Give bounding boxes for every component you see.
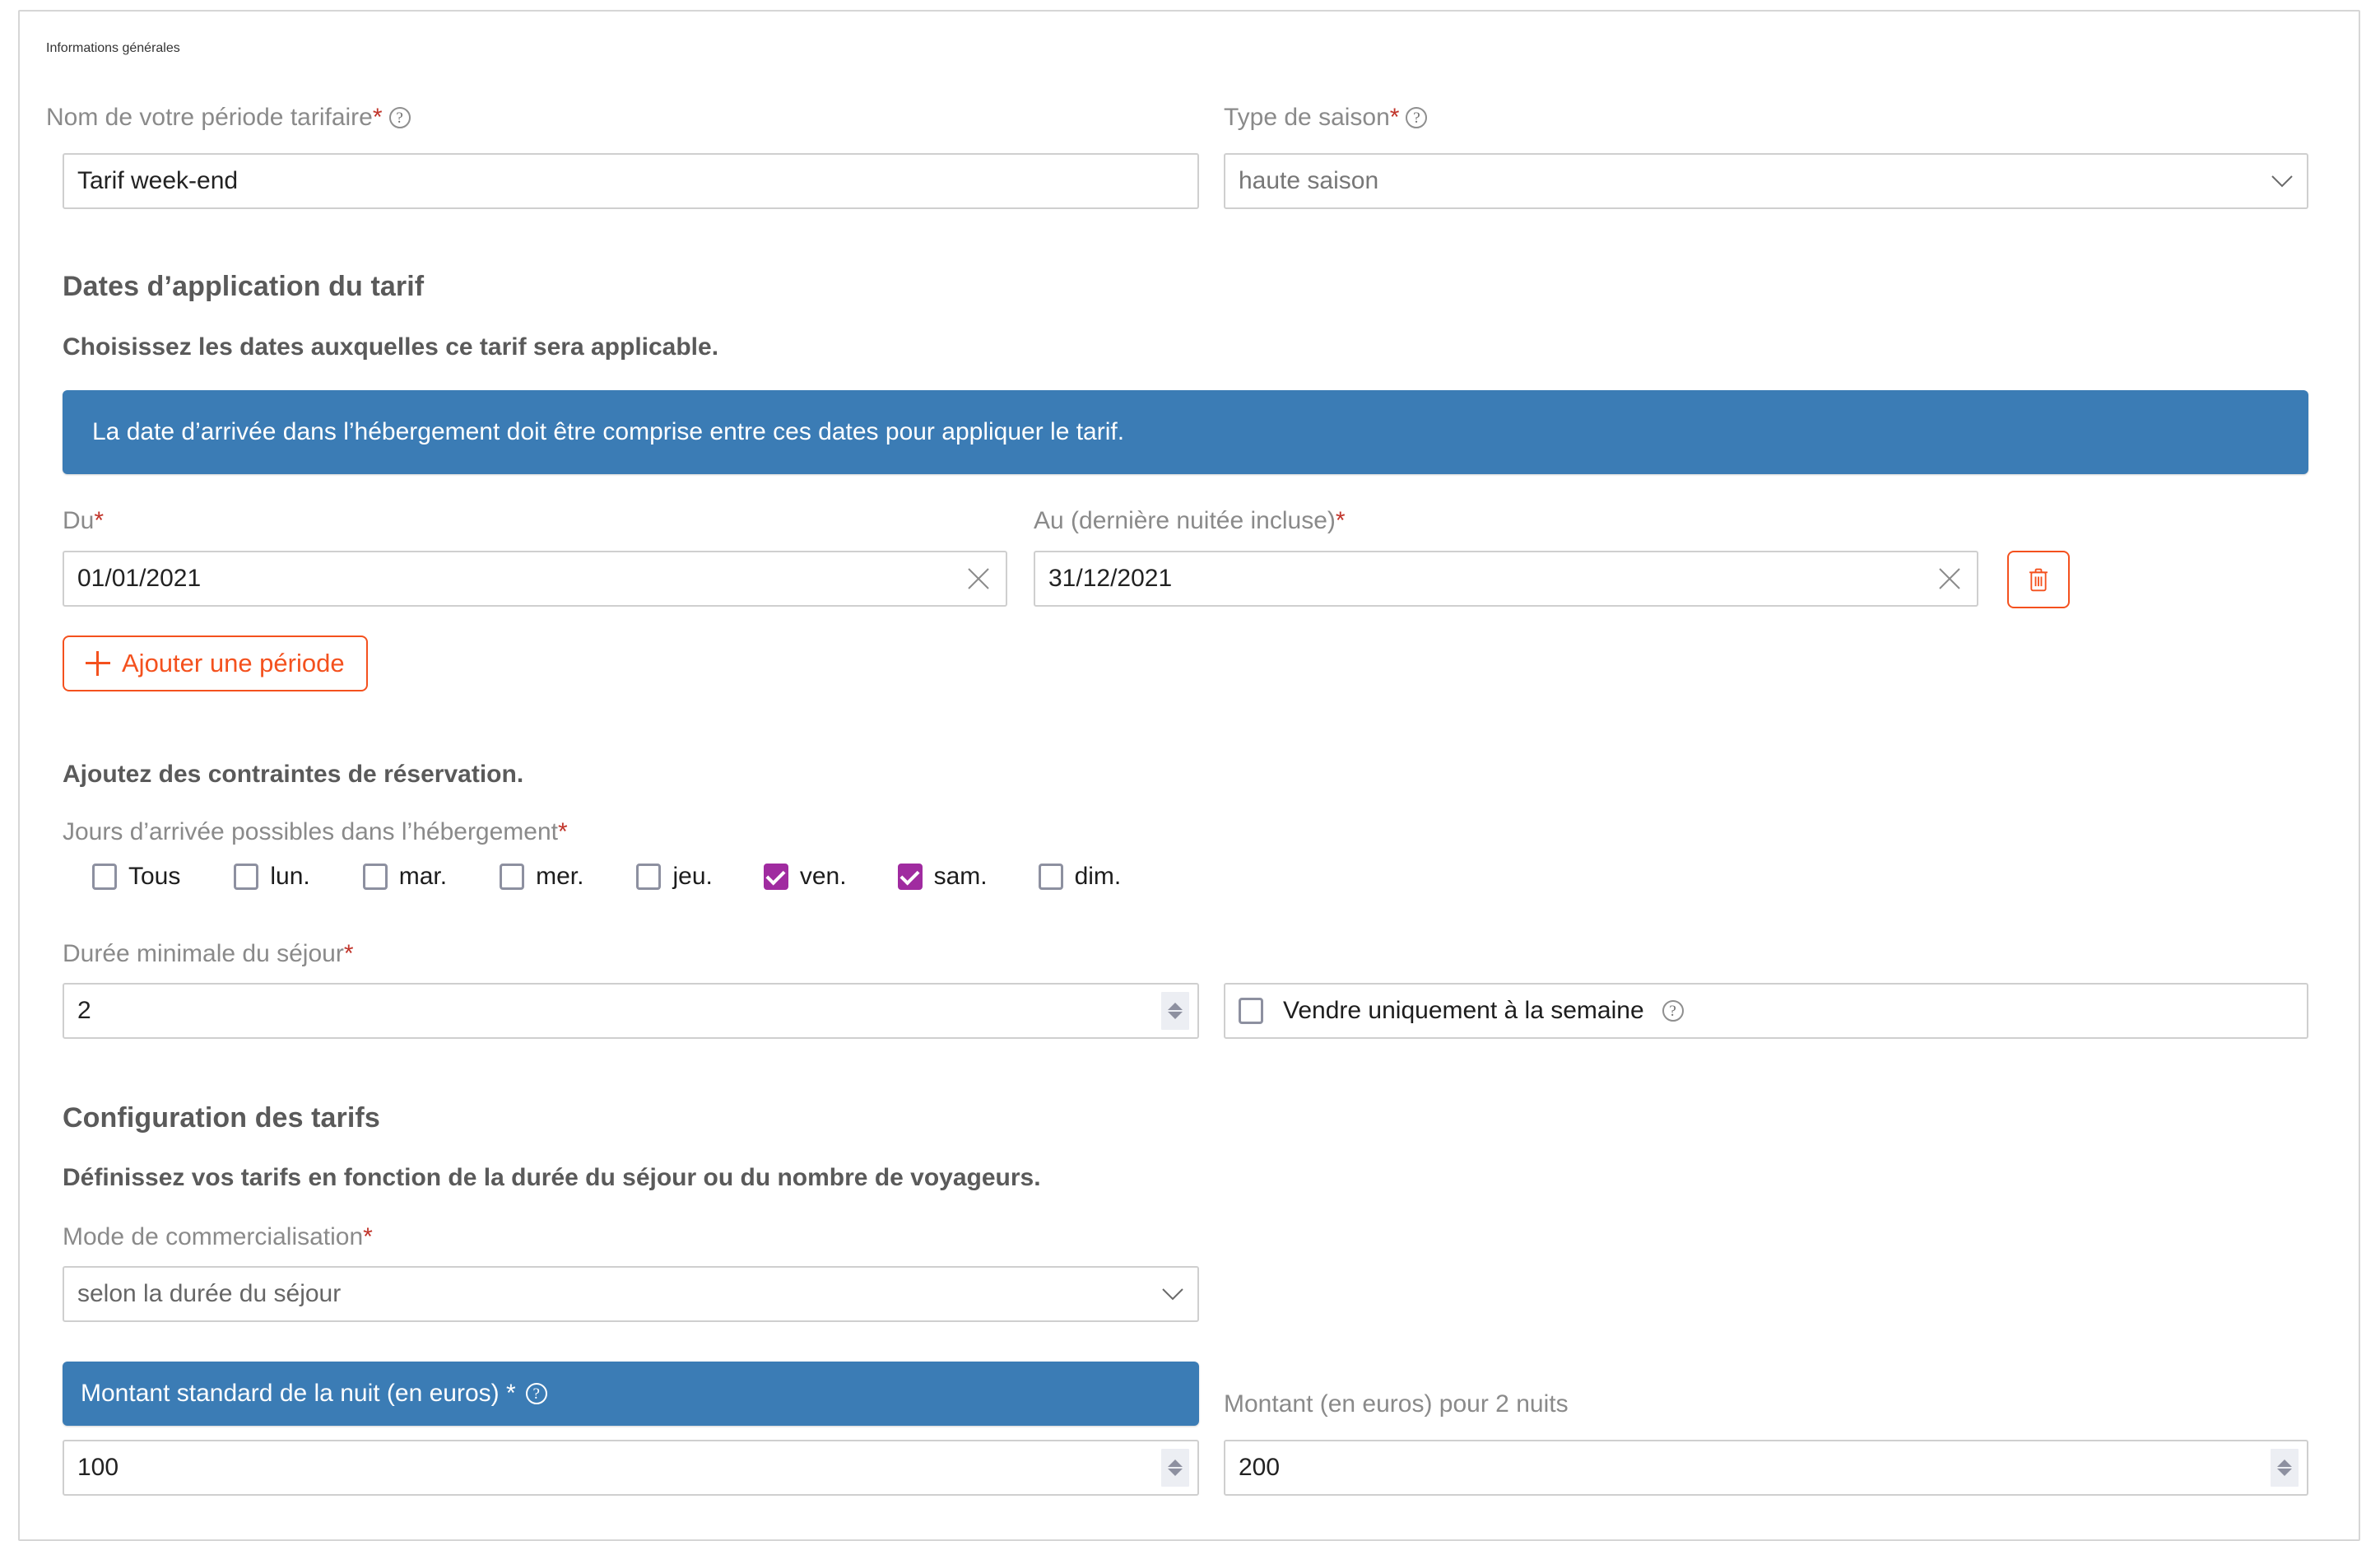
checkbox[interactable] (1038, 864, 1063, 890)
add-period-button[interactable]: Ajouter une période (63, 635, 368, 691)
two-nights-amount-value: 200 (1239, 1454, 1281, 1481)
chevron-down-icon (1161, 1287, 1184, 1301)
required-marker: * (343, 940, 354, 967)
date-from-input[interactable]: 01/01/2021 (63, 551, 1007, 607)
date-to-value: 31/12/2021 (1048, 565, 1173, 592)
arrival-day-ven[interactable]: ven. (763, 863, 847, 891)
stepper-up-icon[interactable] (2277, 1460, 2292, 1467)
stepper-up-icon[interactable] (1168, 1003, 1183, 1010)
arrival-day-label: jeu. (672, 863, 713, 890)
sales-mode-select[interactable]: selon la durée du séjour (63, 1266, 1199, 1322)
sales-mode-value: selon la durée du séjour (77, 1280, 342, 1307)
arrival-day-mer[interactable]: mer. (500, 863, 583, 891)
tariff-form-panel: Informations générales Nom de votre péri… (18, 10, 2360, 1541)
standard-amount-label-text: Montant standard de la nuit (en euros) * (81, 1380, 516, 1407)
dates-section-subtitle: Choisissez les dates auxquelles ce tarif… (63, 333, 719, 361)
quantity-stepper[interactable] (1161, 992, 1189, 1030)
arrival-day-mar[interactable]: mar. (362, 863, 448, 891)
required-marker: * (372, 104, 383, 131)
season-type-label: Type de saison* ? (1224, 104, 1428, 132)
quantity-stepper[interactable] (1161, 1449, 1189, 1487)
standard-amount-label: Montant standard de la nuit (en euros) *… (63, 1362, 1199, 1426)
arrival-day-label: Tous (128, 863, 181, 890)
arrival-day-jeu[interactable]: jeu. (636, 863, 713, 891)
date-from-value: 01/01/2021 (77, 565, 202, 592)
stepper-down-icon[interactable] (1168, 1469, 1183, 1476)
required-marker: * (558, 818, 568, 845)
general-section-title: Informations générales (46, 41, 180, 55)
arrival-day-label: lun. (270, 863, 310, 890)
arrival-day-label: mar. (398, 863, 448, 890)
add-period-label: Ajouter une période (122, 649, 345, 677)
week-only-box[interactable]: Vendre uniquement à la semaine ? (1224, 983, 2308, 1039)
arrival-day-dim[interactable]: dim. (1038, 863, 1122, 891)
week-only-label: Vendre uniquement à la semaine (1283, 997, 1644, 1024)
standard-amount-input[interactable]: 100 (63, 1440, 1199, 1496)
arrival-day-label: ven. (799, 863, 847, 890)
standard-amount-value: 100 (77, 1454, 119, 1481)
required-marker: * (1389, 104, 1400, 131)
chevron-down-icon (2271, 174, 2294, 189)
arrival-day-sam[interactable]: sam. (897, 863, 988, 891)
help-icon[interactable]: ? (1406, 107, 1428, 128)
sales-mode-label: Mode de commercialisation* (63, 1223, 373, 1250)
quantity-stepper[interactable] (2271, 1449, 2299, 1487)
constraints-subtitle: Ajoutez des contraintes de réservation. (63, 761, 524, 788)
date-to-input[interactable]: 31/12/2021 (1034, 551, 1978, 607)
close-icon[interactable] (965, 565, 992, 593)
arrival-day-label: mer. (536, 863, 584, 890)
pricing-section-subtitle: Définissez vos tarifs en fonction de la … (63, 1164, 1041, 1191)
stepper-up-icon[interactable] (1168, 1460, 1183, 1467)
checkbox[interactable] (763, 864, 788, 890)
date-to-label: Au (dernière nuitée incluse)* (1034, 507, 1346, 534)
arrival-day-lun[interactable]: lun. (234, 863, 310, 891)
trash-icon (2029, 568, 2048, 592)
checkbox[interactable] (636, 864, 662, 890)
min-stay-input[interactable]: 2 (63, 983, 1199, 1039)
checkbox[interactable] (92, 864, 117, 890)
arrival-days-group: Tous lun. mar. mer. jeu. ven. sam. dim. (92, 863, 1121, 891)
dates-info-banner: La date d’arrivée dans l’hébergement doi… (63, 390, 2308, 474)
arrival-day-label: dim. (1074, 863, 1122, 890)
arrival-day-tous[interactable]: Tous (92, 863, 180, 891)
required-marker: * (363, 1223, 373, 1250)
period-name-input[interactable]: Tarif week-end (63, 153, 1199, 209)
stepper-down-icon[interactable] (2277, 1469, 2292, 1476)
min-stay-value: 2 (77, 997, 91, 1024)
plus-icon (86, 651, 110, 676)
period-name-value: Tarif week-end (77, 167, 239, 194)
min-stay-label: Durée minimale du séjour* (63, 940, 354, 967)
checkbox[interactable] (500, 864, 525, 890)
dates-info-banner-text: La date d’arrivée dans l’hébergement doi… (92, 418, 1125, 445)
two-nights-amount-label: Montant (en euros) pour 2 nuits (1224, 1390, 1569, 1418)
season-type-select[interactable]: haute saison (1224, 153, 2308, 209)
help-icon[interactable]: ? (1662, 1000, 1684, 1022)
period-name-label: Nom de votre période tarifaire* ? (46, 104, 411, 132)
week-only-checkbox[interactable] (1239, 998, 1263, 1024)
date-from-label: Du* (63, 507, 105, 534)
required-marker: * (94, 507, 105, 534)
checkbox[interactable] (362, 864, 388, 890)
help-icon[interactable]: ? (388, 107, 411, 128)
dates-section-title: Dates d’application du tarif (63, 271, 425, 302)
two-nights-amount-input[interactable]: 200 (1224, 1440, 2308, 1496)
required-marker: * (1335, 507, 1346, 534)
checkbox[interactable] (897, 864, 923, 890)
season-type-value: haute saison (1239, 167, 1379, 194)
arrival-days-label: Jours d’arrivée possibles dans l’héberge… (63, 818, 568, 845)
delete-period-button[interactable] (2007, 551, 2070, 608)
arrival-day-label: sam. (933, 863, 988, 890)
close-icon[interactable] (1936, 565, 1964, 593)
help-icon[interactable]: ? (525, 1383, 547, 1404)
checkbox[interactable] (234, 864, 259, 890)
stepper-down-icon[interactable] (1168, 1012, 1183, 1019)
pricing-section-title: Configuration des tarifs (63, 1102, 380, 1134)
